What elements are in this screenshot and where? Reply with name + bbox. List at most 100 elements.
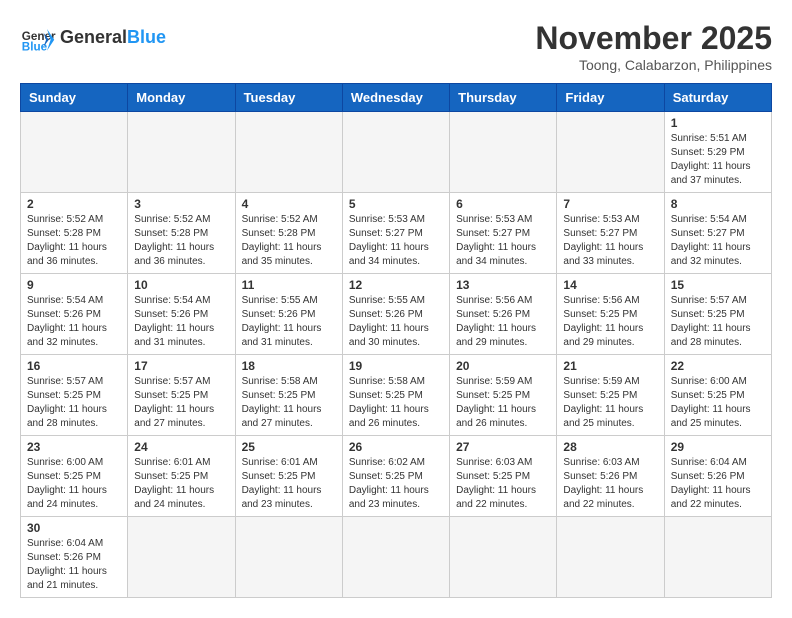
calendar-cell: 27Sunrise: 6:03 AMSunset: 5:25 PMDayligh…	[450, 436, 557, 517]
cell-info: Sunrise: 5:54 AMSunset: 5:27 PMDaylight:…	[671, 213, 765, 269]
calendar-cell: 28Sunrise: 6:03 AMSunset: 5:26 PMDayligh…	[557, 436, 664, 517]
cell-info: Sunrise: 5:59 AMSunset: 5:25 PMDaylight:…	[563, 375, 657, 431]
calendar-cell: 5 Sunrise: 5:53 AMSunset: 5:27 PMDaylight…	[342, 193, 449, 274]
cell-info: Sunrise: 6:02 AMSunset: 5:25 PMDaylight:…	[349, 456, 443, 512]
logo-icon: General Blue	[20, 20, 56, 56]
calendar-cell	[235, 517, 342, 598]
calendar-cell: 18 Sunrise: 5:58 AMSunset: 5:25 PMDayligh…	[235, 355, 342, 436]
calendar-cell: 21Sunrise: 5:59 AMSunset: 5:25 PMDayligh…	[557, 355, 664, 436]
calendar-cell	[664, 517, 771, 598]
day-number: 8	[671, 197, 765, 211]
calendar-cell: 24 Sunrise: 6:01 AMSunset: 5:25 PMDayligh…	[128, 436, 235, 517]
calendar-cell: 20 Sunrise: 5:59 AMSunset: 5:25 PMDayligh…	[450, 355, 557, 436]
logo: General Blue GeneralBlue	[20, 20, 166, 56]
day-number: 15	[671, 278, 765, 292]
cell-info: Sunrise: 5:52 AMSunset: 5:28 PMDaylight:…	[134, 213, 228, 269]
cell-info: Sunrise: 5:58 AMSunset: 5:25 PMDaylight:…	[349, 375, 443, 431]
weekday-header-sunday: Sunday	[21, 84, 128, 112]
cell-info: Sunrise: 6:04 AMSunset: 5:26 PMDaylight:…	[27, 537, 121, 593]
cell-info: Sunrise: 5:52 AMSunset: 5:28 PMDaylight:…	[27, 213, 121, 269]
day-number: 2	[27, 197, 121, 211]
weekday-header-tuesday: Tuesday	[235, 84, 342, 112]
cell-info: Sunrise: 5:53 AMSunset: 5:27 PMDaylight:…	[349, 213, 443, 269]
weekday-header-friday: Friday	[557, 84, 664, 112]
calendar-cell: 9Sunrise: 5:54 AMSunset: 5:26 PMDaylight…	[21, 274, 128, 355]
cell-info: Sunrise: 5:53 AMSunset: 5:27 PMDaylight:…	[563, 213, 657, 269]
calendar-cell	[450, 112, 557, 193]
day-number: 25	[242, 440, 336, 454]
calendar-cell: 1 Sunrise: 5:51 AMSunset: 5:29 PMDaylight…	[664, 112, 771, 193]
calendar-cell: 22 Sunrise: 6:00 AMSunset: 5:25 PMDayligh…	[664, 355, 771, 436]
calendar-week-row: 9 Sunrise: 5:54 AMSunset: 5:26 PMDaylight…	[21, 274, 772, 355]
calendar-cell: 30 Sunrise: 6:04 AMSunset: 5:26 PMDayligh…	[21, 517, 128, 598]
calendar-week-row: 23Sunrise: 6:00 AMSunset: 5:25 PMDayligh…	[21, 436, 772, 517]
calendar-cell	[342, 517, 449, 598]
calendar-cell: 2 Sunrise: 5:52 AMSunset: 5:28 PMDaylight…	[21, 193, 128, 274]
cell-info: Sunrise: 5:56 AMSunset: 5:26 PMDaylight:…	[456, 294, 550, 350]
calendar-cell: 16Sunrise: 5:57 AMSunset: 5:25 PMDayligh…	[21, 355, 128, 436]
cell-info: Sunrise: 5:52 AMSunset: 5:28 PMDaylight:…	[242, 213, 336, 269]
calendar-cell	[450, 517, 557, 598]
calendar-week-row: 2 Sunrise: 5:52 AMSunset: 5:28 PMDaylight…	[21, 193, 772, 274]
calendar-cell	[235, 112, 342, 193]
day-number: 20	[456, 359, 550, 373]
calendar-table: SundayMondayTuesdayWednesdayThursdayFrid…	[20, 83, 772, 598]
day-number: 16	[27, 359, 121, 373]
month-title: November 2025	[535, 20, 772, 57]
calendar-cell: 12Sunrise: 5:55 AMSunset: 5:26 PMDayligh…	[342, 274, 449, 355]
calendar-cell: 17 Sunrise: 5:57 AMSunset: 5:25 PMDayligh…	[128, 355, 235, 436]
title-block: November 2025 Toong, Calabarzon, Philipp…	[535, 20, 772, 73]
cell-info: Sunrise: 5:59 AMSunset: 5:25 PMDaylight:…	[456, 375, 550, 431]
calendar-cell	[557, 517, 664, 598]
weekday-header-thursday: Thursday	[450, 84, 557, 112]
day-number: 26	[349, 440, 443, 454]
day-number: 9	[27, 278, 121, 292]
cell-info: Sunrise: 5:51 AMSunset: 5:29 PMDaylight:…	[671, 132, 765, 188]
calendar-cell: 6 Sunrise: 5:53 AMSunset: 5:27 PMDaylight…	[450, 193, 557, 274]
calendar-week-row: 1 Sunrise: 5:51 AMSunset: 5:29 PMDaylight…	[21, 112, 772, 193]
day-number: 13	[456, 278, 550, 292]
calendar-cell: 7Sunrise: 5:53 AMSunset: 5:27 PMDaylight…	[557, 193, 664, 274]
calendar-cell: 11Sunrise: 5:55 AMSunset: 5:26 PMDayligh…	[235, 274, 342, 355]
day-number: 4	[242, 197, 336, 211]
calendar-cell	[342, 112, 449, 193]
calendar-cell	[128, 112, 235, 193]
cell-info: Sunrise: 5:54 AMSunset: 5:26 PMDaylight:…	[134, 294, 228, 350]
day-number: 24	[134, 440, 228, 454]
calendar-cell: 15Sunrise: 5:57 AMSunset: 5:25 PMDayligh…	[664, 274, 771, 355]
calendar-cell: 10Sunrise: 5:54 AMSunset: 5:26 PMDayligh…	[128, 274, 235, 355]
svg-text:Blue: Blue	[22, 41, 48, 54]
calendar-cell: 8 Sunrise: 5:54 AMSunset: 5:27 PMDaylight…	[664, 193, 771, 274]
cell-info: Sunrise: 6:01 AMSunset: 5:25 PMDaylight:…	[134, 456, 228, 512]
day-number: 6	[456, 197, 550, 211]
cell-info: Sunrise: 5:53 AMSunset: 5:27 PMDaylight:…	[456, 213, 550, 269]
day-number: 27	[456, 440, 550, 454]
cell-info: Sunrise: 5:58 AMSunset: 5:25 PMDaylight:…	[242, 375, 336, 431]
cell-info: Sunrise: 5:57 AMSunset: 5:25 PMDaylight:…	[134, 375, 228, 431]
day-number: 1	[671, 116, 765, 130]
calendar-cell: 4 Sunrise: 5:52 AMSunset: 5:28 PMDaylight…	[235, 193, 342, 274]
calendar-week-row: 30 Sunrise: 6:04 AMSunset: 5:26 PMDayligh…	[21, 517, 772, 598]
calendar-cell: 14Sunrise: 5:56 AMSunset: 5:25 PMDayligh…	[557, 274, 664, 355]
cell-info: Sunrise: 6:01 AMSunset: 5:25 PMDaylight:…	[242, 456, 336, 512]
day-number: 5	[349, 197, 443, 211]
day-number: 11	[242, 278, 336, 292]
calendar-cell: 25 Sunrise: 6:01 AMSunset: 5:25 PMDayligh…	[235, 436, 342, 517]
day-number: 12	[349, 278, 443, 292]
day-number: 23	[27, 440, 121, 454]
day-number: 22	[671, 359, 765, 373]
day-number: 30	[27, 521, 121, 535]
day-number: 18	[242, 359, 336, 373]
day-number: 3	[134, 197, 228, 211]
day-number: 17	[134, 359, 228, 373]
cell-info: Sunrise: 6:04 AMSunset: 5:26 PMDaylight:…	[671, 456, 765, 512]
cell-info: Sunrise: 5:56 AMSunset: 5:25 PMDaylight:…	[563, 294, 657, 350]
weekday-header-row: SundayMondayTuesdayWednesdayThursdayFrid…	[21, 84, 772, 112]
weekday-header-monday: Monday	[128, 84, 235, 112]
day-number: 28	[563, 440, 657, 454]
cell-info: Sunrise: 6:00 AMSunset: 5:25 PMDaylight:…	[671, 375, 765, 431]
calendar-cell: 13 Sunrise: 5:56 AMSunset: 5:26 PMDayligh…	[450, 274, 557, 355]
calendar-cell: 26 Sunrise: 6:02 AMSunset: 5:25 PMDayligh…	[342, 436, 449, 517]
logo-name: GeneralBlue	[60, 27, 166, 49]
weekday-header-saturday: Saturday	[664, 84, 771, 112]
